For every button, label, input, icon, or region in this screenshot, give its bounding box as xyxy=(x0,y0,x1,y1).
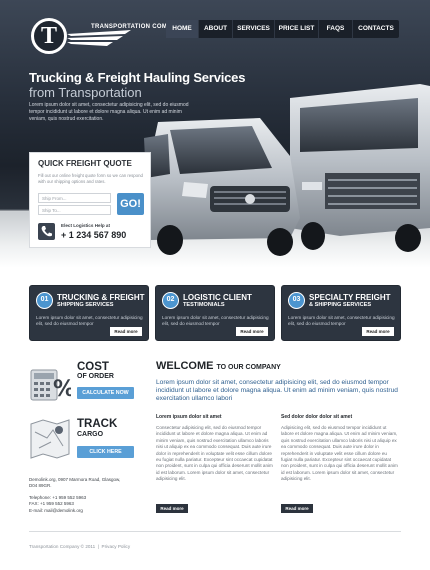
column-heading: Sed dolor dolor dolor sit amet xyxy=(281,414,353,420)
contact-address: Demolink.org, 0907 Marmora Road, Glasgow… xyxy=(29,477,141,514)
ship-to-input[interactable]: Ship To... xyxy=(38,205,111,215)
footer-copyright: Transportation Company © 2011 xyxy=(29,544,96,549)
service-title: TRUCKING & FREIGHT xyxy=(57,293,145,302)
address-email[interactable]: E-mail: mail@demolink.org xyxy=(29,508,141,514)
track-subtitle: CARGO xyxy=(77,431,104,438)
nav-about[interactable]: ABOUT xyxy=(199,20,233,38)
service-title: SPECIALTY FREIGHT xyxy=(309,293,391,302)
nav-price-list[interactable]: PRICE LIST xyxy=(275,20,319,38)
quote-text: Fill out our online freight quote form s… xyxy=(38,173,143,184)
go-button[interactable]: GO! xyxy=(117,193,144,215)
footer-divider xyxy=(29,531,401,532)
page: T TRANSPORTATION COMPANY HOME ABOUT SERV… xyxy=(0,0,430,570)
phone-icon xyxy=(38,223,55,240)
svg-text:%: % xyxy=(53,377,71,402)
column-text: Adipisicing elit, sed do eiusmod tempor … xyxy=(281,425,398,482)
service-subtitle: SHIPPING SERVICES xyxy=(57,302,114,308)
logo-emblem-icon: T xyxy=(31,18,67,54)
service-card-testimonials: 02 LOGISTIC CLIENT TESTIMONIALS Lorem ip… xyxy=(155,285,275,341)
service-card-specialty: 03 SPECIALTY FREIGHT & SHIPPING SERVICES… xyxy=(281,285,401,341)
service-description: Lorem ipsum dolor sit amet, consectetur … xyxy=(36,315,143,326)
service-title: LOGISTIC CLIENT xyxy=(183,293,252,302)
company-logo[interactable]: T TRANSPORTATION COMPANY xyxy=(29,14,184,58)
click-here-button[interactable]: CLICK HERE xyxy=(77,446,134,458)
quick-quote-panel: QUICK FREIGHT QUOTE Fill out our online … xyxy=(29,152,151,248)
service-subtitle: & SHIPPING SERVICES xyxy=(309,302,372,308)
service-number: 01 xyxy=(36,292,53,309)
calculator-icon: % xyxy=(29,362,75,404)
read-more-button[interactable]: Read more xyxy=(156,504,188,513)
trucks-image xyxy=(144,84,430,256)
track-title: TRACK xyxy=(77,418,118,430)
service-card-trucking: 01 TRUCKING & FREIGHT SHIPPING SERVICES … xyxy=(29,285,149,341)
service-number: 03 xyxy=(288,292,305,309)
service-description: Lorem ipsum dolor sit amet, consectetur … xyxy=(288,315,395,326)
welcome-title-small: TO OUR COMPANY xyxy=(216,364,281,371)
content-column: Lorem ipsum dolor sit amet Consectetur a… xyxy=(156,414,274,483)
nav-contacts[interactable]: CONTACTS xyxy=(353,20,399,38)
main-nav: HOME ABOUT SERVICES PRICE LIST FAQS CONT… xyxy=(166,20,399,38)
read-more-button[interactable]: Read more xyxy=(110,327,142,336)
welcome-heading: WELCOME TO OUR COMPANY xyxy=(156,360,281,372)
service-number: 02 xyxy=(162,292,179,309)
hero-subtitle: from Transportation xyxy=(29,85,142,100)
ship-from-input[interactable]: Ship From... xyxy=(38,193,111,203)
service-subtitle: TESTIMONIALS xyxy=(183,302,225,308)
read-more-button[interactable]: Read more xyxy=(281,504,313,513)
phone-label: Elect Logistics Help at xyxy=(61,223,111,228)
footer: Transportation Company © 2011 | Privacy … xyxy=(29,544,130,549)
quote-title: QUICK FREIGHT QUOTE xyxy=(38,159,132,168)
nav-home[interactable]: HOME xyxy=(166,20,199,38)
cost-subtitle: OF ORDER xyxy=(77,373,114,380)
privacy-policy-link[interactable]: Privacy Policy xyxy=(102,544,131,549)
read-more-button[interactable]: Read more xyxy=(362,327,394,336)
footer-separator: | xyxy=(97,544,99,549)
calculate-now-button[interactable]: CALCULATE NOW xyxy=(77,387,134,399)
nav-faqs[interactable]: FAQS xyxy=(319,20,353,38)
content-column: Sed dolor dolor dolor sit amet Adipisici… xyxy=(281,414,399,483)
welcome-intro: Lorem ipsum dolor sit amet, consectetur … xyxy=(156,379,398,402)
column-heading: Lorem ipsum dolor sit amet xyxy=(156,414,222,420)
welcome-title: WELCOME xyxy=(156,360,214,372)
nav-services[interactable]: SERVICES xyxy=(233,20,275,38)
phone-number[interactable]: + 1 234 567 890 xyxy=(61,230,126,240)
service-description: Lorem ipsum dolor sit amet, consectetur … xyxy=(162,315,269,326)
cost-title: COST xyxy=(77,361,109,373)
hero-banner: T TRANSPORTATION COMPANY HOME ABOUT SERV… xyxy=(0,0,430,268)
column-text: Consectetur adipisicing elit, sed do eiu… xyxy=(156,425,273,482)
services-strip: 01 TRUCKING & FREIGHT SHIPPING SERVICES … xyxy=(0,268,430,346)
map-icon xyxy=(29,418,71,460)
read-more-button[interactable]: Read more xyxy=(236,327,268,336)
